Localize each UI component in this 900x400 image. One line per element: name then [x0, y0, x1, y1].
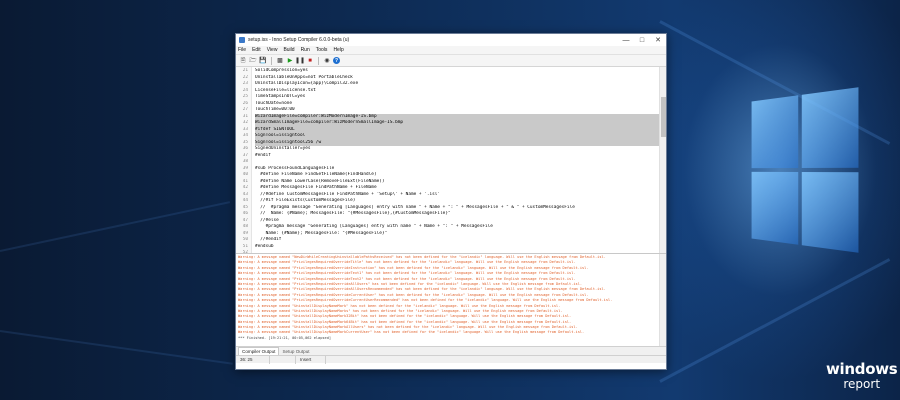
save-icon[interactable]: 💾 [259, 57, 267, 65]
target-icon[interactable]: ◉ [323, 57, 331, 65]
open-file-icon[interactable]: 🗁 [249, 57, 257, 65]
toolbar-separator [318, 57, 319, 65]
menu-build[interactable]: Build [283, 47, 294, 53]
windows-logo-icon [752, 87, 859, 253]
pause-icon[interactable]: ❚❚ [296, 57, 304, 65]
modified-indicator [270, 356, 296, 364]
menu-edit[interactable]: Edit [252, 47, 261, 53]
insert-mode: Insert [296, 356, 326, 364]
toolbar-separator [271, 57, 272, 65]
output-warning-line: Warning: A message named "PrivilegesRequ… [238, 287, 666, 292]
output-warning-line: Warning: A message named "PrivilegesRequ… [238, 298, 666, 303]
app-icon [239, 37, 245, 43]
light-beam [0, 201, 230, 252]
title-bar[interactable]: setup.iss - Inno Setup Compiler 6.0.0-be… [236, 34, 666, 46]
inno-setup-window: setup.iss - Inno Setup Compiler 6.0.0-be… [235, 33, 667, 370]
window-title: setup.iss - Inno Setup Compiler 6.0.0-be… [248, 37, 618, 43]
menu-tools[interactable]: Tools [316, 47, 328, 53]
compiler-output-panel[interactable]: Warning: A message named "NewDirWhileCre… [236, 254, 666, 346]
tab-compiler-output[interactable]: Compiler Output [238, 347, 279, 355]
tab-setup-output[interactable]: Setup Output [279, 348, 312, 355]
menu-bar: File Edit View Build Run Tools Help [236, 46, 666, 55]
close-button[interactable]: ✕ [650, 34, 666, 46]
code-area[interactable]: SolidCompression=yes UninstallableOnApps=… [252, 67, 666, 253]
output-tabs: Compiler Output Setup Output [236, 346, 666, 355]
light-beam [0, 330, 233, 365]
cursor-position: 36: 25 [236, 356, 270, 364]
code-editor[interactable]: 21 22 23 24 25 26 27 31 32 33 34 35 36 37 38 39 40 41 42 43… [236, 67, 666, 254]
menu-file[interactable]: File [238, 47, 246, 53]
menu-help[interactable]: Help [333, 47, 343, 53]
output-finished-line: *** Finished. [19:21:21, 00:05,062 elaps… [238, 336, 666, 341]
compile-icon[interactable]: ▩ [276, 57, 284, 65]
minimize-button[interactable]: — [618, 34, 634, 46]
new-file-icon[interactable]: 🗎 [239, 57, 247, 65]
line-number-gutter: 21 22 23 24 25 26 27 31 32 33 34 35 36 37 38 39 40 41 42 43… [236, 67, 252, 253]
help-icon[interactable]: ? [333, 57, 340, 64]
menu-run[interactable]: Run [301, 47, 310, 53]
logo-text-report: report [826, 378, 897, 390]
scrollbar-thumb[interactable] [661, 97, 666, 137]
maximize-button[interactable]: □ [634, 34, 650, 46]
stop-icon[interactable]: ■ [306, 57, 314, 65]
logo-text-windows: windows [826, 362, 897, 377]
run-icon[interactable]: ▶ [286, 57, 294, 65]
output-scrollbar[interactable] [659, 254, 666, 346]
editor-scrollbar[interactable] [659, 67, 666, 254]
windows-report-logo: windows report [826, 362, 897, 390]
status-bar: 36: 25 Insert [236, 355, 666, 363]
menu-view[interactable]: View [267, 47, 278, 53]
toolbar: 🗎 🗁 💾 ▩ ▶ ❚❚ ■ ◉ ? [236, 55, 666, 67]
